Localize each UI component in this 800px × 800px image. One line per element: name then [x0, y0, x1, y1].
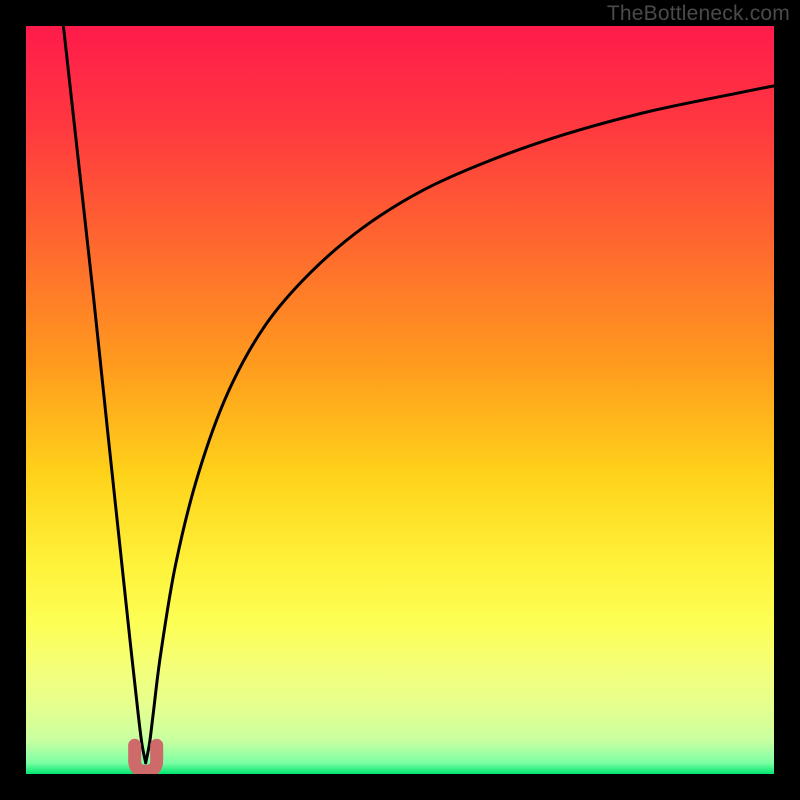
- plot-area: [26, 26, 774, 774]
- chart-frame: TheBottleneck.com: [0, 0, 800, 800]
- optimum-marker: [135, 745, 157, 771]
- optimum-marker-layer: [26, 26, 774, 774]
- watermark-text: TheBottleneck.com: [607, 2, 790, 26]
